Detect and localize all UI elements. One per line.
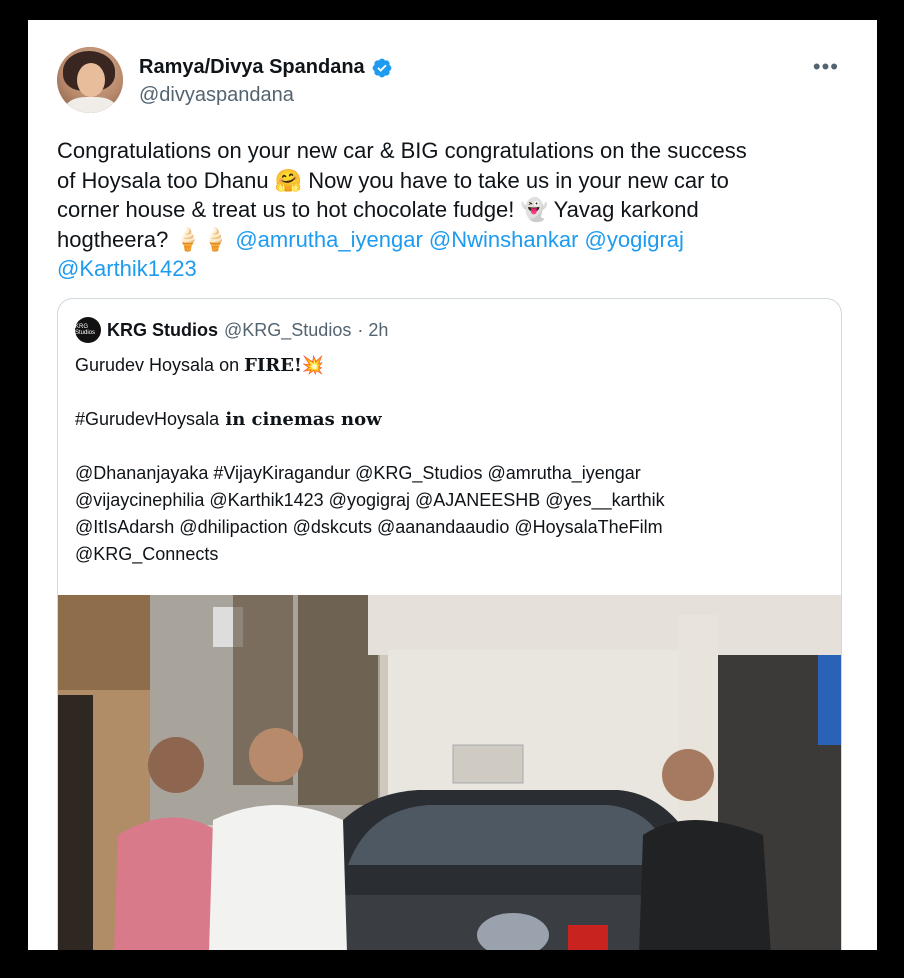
tweet-text-segment: hogtheera? 🍦🍦 [57,226,230,252]
quoted-author-name[interactable]: KRG Studios [107,320,218,341]
mention-link[interactable]: @Karthik1423 [57,256,197,281]
author-name-row[interactable]: Ramya/Divya Spandana [139,56,393,79]
collision-emoji: 💥 [301,355,325,375]
photo-illustration [58,595,841,950]
quoted-timestamp[interactable]: · 2h [357,320,388,341]
quoted-tags-line: @KRG_Connects [75,544,219,564]
quoted-tags-line: @ItIsAdarsh @dhilipaction @dskcuts @aana… [75,517,663,537]
quoted-tags-line: @Dhananjayaka #VijayKiragandur @KRG_Stud… [75,463,641,483]
quoted-text-segment: Gurudev Hoysala on [75,355,245,375]
quoted-line: Gurudev Hoysala on FIRE!💥 [75,352,825,379]
tweet-line: hogtheera? 🍦🍦 @amrutha_iyengar @Nwinshan… [57,225,847,255]
quoted-tweet-header: KRG Studios KRG Studios @KRG_Studios · 2… [75,317,388,343]
tweet-line: of Hoysala too Dhanu 🤗 Now you have to t… [57,167,729,193]
mention-link[interactable]: @amrutha_iyengar [235,227,422,252]
more-options-icon[interactable]: ••• [813,54,839,80]
quoted-tweet-text: Gurudev Hoysala on FIRE!💥 #GurudevHoysal… [75,352,825,568]
quoted-tags-line: @vijaycinephilia @Karthik1423 @yogigraj … [75,490,665,510]
quoted-media-photo[interactable] [58,595,841,950]
quoted-line: #GurudevHoysala in cinemas now [75,406,825,433]
hashtag-link[interactable]: #GurudevHoysala [75,409,219,429]
avatar[interactable] [57,47,123,113]
mention-link[interactable]: @yogigraj [585,227,684,252]
tweet-text: Congratulations on your new car & BIG co… [57,136,847,284]
verified-badge-icon [372,58,392,77]
tweet-line: Congratulations on your new car & BIG co… [57,138,747,163]
tweet-line: corner house & treat us to hot chocolate… [57,197,699,222]
quoted-tweet[interactable]: KRG Studios KRG Studios @KRG_Studios · 2… [57,298,842,950]
quoted-avatar[interactable]: KRG Studios [75,317,101,343]
quoted-bold-text: FIRE! [244,355,302,376]
quoted-author-handle[interactable]: @KRG_Studios [224,320,351,341]
author-name[interactable]: Ramya/Divya Spandana [139,56,365,79]
mention-link[interactable]: @Nwinshankar [429,227,579,252]
quoted-bold-text: in cinemas now [219,409,382,430]
author-handle[interactable]: @divyaspandana [139,84,294,107]
tweet-card: Ramya/Divya Spandana @divyaspandana ••• … [28,20,877,950]
tweet-line: @Karthik1423 [57,254,847,284]
